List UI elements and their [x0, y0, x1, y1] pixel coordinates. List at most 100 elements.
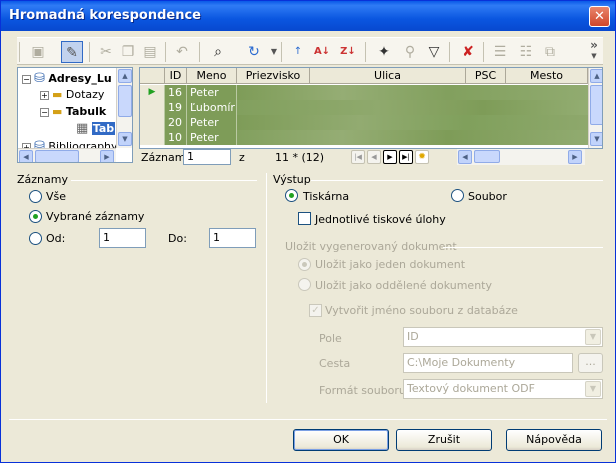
radio-single-document[interactable] — [298, 258, 311, 271]
filename-from-db-checkbox[interactable]: ✓ — [309, 304, 322, 317]
path-label: Cesta — [319, 357, 351, 370]
grid-cell[interactable]: 19 — [165, 100, 187, 115]
sort-ascending-icon[interactable]: ↑ — [287, 41, 309, 63]
find-icon[interactable]: ⌕ — [207, 41, 229, 63]
toolbar-separator — [449, 42, 450, 62]
filename-from-db-label[interactable]: Vytvořit jméno souboru z databáze — [325, 304, 518, 317]
ok-button[interactable]: OK — [293, 429, 389, 451]
radio-selected-records[interactable] — [29, 210, 42, 223]
data-to-text-icon[interactable]: ☰ — [489, 41, 511, 63]
radio-printer[interactable] — [285, 189, 298, 202]
scroll-thumb[interactable] — [118, 85, 132, 117]
all-records-label[interactable]: Vše — [46, 190, 66, 203]
scroll-right-icon[interactable]: ▶ — [100, 150, 114, 162]
grid-cell[interactable]: 16 — [165, 85, 187, 100]
undo-icon[interactable]: ↶ — [171, 41, 193, 63]
file-label[interactable]: Soubor — [468, 190, 507, 203]
from-field[interactable]: 1 — [99, 228, 146, 248]
grid-cell[interactable]: Peter — [187, 115, 237, 130]
apply-filter-icon[interactable]: ▽ — [423, 41, 445, 63]
grid-cell[interactable]: Ľubomír — [187, 100, 237, 115]
tree-horizontal-scrollbar[interactable]: ◀ ▶ — [18, 148, 116, 162]
cancel-button[interactable]: Zrušit — [396, 429, 492, 451]
refresh-icon[interactable]: ↻ — [243, 41, 265, 63]
single-document-label[interactable]: Uložit jako jeden dokument — [315, 258, 465, 271]
save-icon[interactable]: ▣ — [27, 41, 49, 63]
chevron-down-icon[interactable]: ▼ — [585, 329, 601, 345]
sort-az-icon[interactable]: A↓ — [311, 41, 333, 63]
scroll-thumb[interactable] — [35, 150, 79, 162]
data-to-fields-icon[interactable]: ☷ — [515, 41, 537, 63]
grid-vertical-scrollbar[interactable]: ▲ ▼ — [588, 68, 602, 148]
column-header[interactable]: Mesto — [506, 68, 588, 84]
help-button[interactable]: Nápověda — [506, 429, 602, 451]
selected-records-label[interactable]: Vybrané záznamy — [46, 210, 144, 223]
scroll-right-icon[interactable]: ▶ — [568, 150, 582, 164]
first-record-icon[interactable]: |◀ — [351, 150, 365, 164]
tree-vertical-scrollbar[interactable]: ▲ ▼ — [116, 68, 132, 148]
tree-item-table[interactable]: ▦ Tab — [76, 121, 116, 136]
edit-icon[interactable]: ✎ — [61, 41, 83, 63]
individual-print-jobs-label[interactable]: Jednotlivé tiskové úlohy — [315, 213, 446, 226]
mail-merge-icon[interactable]: ⧉ — [539, 41, 561, 63]
grid-cell[interactable]: Peter — [187, 130, 237, 145]
table-row[interactable]: 19 Ľubomír — [140, 100, 602, 115]
chevron-down-icon[interactable]: ▼ — [585, 381, 601, 397]
copy-icon[interactable]: ❐ — [117, 41, 139, 63]
table-row[interactable]: 20 Peter — [140, 115, 602, 130]
radio-file[interactable] — [451, 189, 464, 202]
new-record-icon[interactable]: ✹ — [415, 150, 429, 164]
printer-label[interactable]: Tiskárna — [303, 190, 349, 203]
table-row[interactable]: 10 Peter — [140, 130, 602, 145]
toolbar-overflow-dropdown-icon[interactable]: ▼ — [583, 50, 605, 62]
column-header[interactable]: Ulica — [310, 68, 466, 84]
column-header[interactable]: Priezvisko — [237, 68, 310, 84]
file-format-label: Formát souboru — [319, 384, 406, 397]
autofilter-icon[interactable]: ✦ — [373, 41, 395, 63]
radio-all-records[interactable] — [29, 190, 42, 203]
radio-range[interactable] — [29, 232, 42, 245]
sort-za-icon[interactable]: Z↓ — [337, 41, 359, 63]
table-row[interactable]: ▶ 16 Peter — [140, 85, 602, 100]
scroll-down-icon[interactable]: ▼ — [590, 132, 602, 146]
separate-documents-label[interactable]: Uložit jako oddělené dokumenty — [315, 279, 492, 292]
next-record-icon[interactable]: ▶ — [383, 150, 397, 164]
tree-item-tables[interactable]: − ▬ Tabulk — [40, 105, 106, 118]
grid-cell[interactable]: 20 — [165, 115, 187, 130]
grid-horizontal-scrollbar[interactable]: ◀ ▶ — [457, 149, 585, 165]
individual-print-jobs-checkbox[interactable] — [298, 212, 311, 225]
grid-cell[interactable]: 10 — [165, 130, 187, 145]
browse-button[interactable]: ... — [578, 353, 603, 373]
previous-record-icon[interactable]: ◀ — [367, 150, 381, 164]
field-select[interactable]: ID ▼ — [403, 327, 603, 347]
scroll-up-icon[interactable]: ▲ — [118, 69, 132, 83]
record-number-field[interactable]: 1 — [183, 149, 231, 165]
grid-cell[interactable]: Peter — [187, 85, 237, 100]
remove-filter-icon[interactable]: ✘ — [457, 41, 479, 63]
scroll-left-icon[interactable]: ◀ — [19, 150, 33, 162]
column-header[interactable]: PSC — [466, 68, 506, 84]
column-header[interactable]: Meno — [187, 68, 237, 84]
collapse-icon[interactable]: − — [22, 74, 31, 84]
scroll-up-icon[interactable]: ▲ — [590, 69, 602, 83]
close-button[interactable]: ✕ — [589, 6, 610, 27]
scroll-left-icon[interactable]: ◀ — [458, 150, 472, 164]
last-record-icon[interactable]: ▶| — [399, 150, 413, 164]
standard-filter-icon[interactable]: ⚲ — [399, 41, 421, 63]
column-header[interactable]: ID — [165, 68, 187, 84]
scroll-thumb[interactable] — [474, 150, 500, 163]
paste-icon[interactable]: ▤ — [139, 41, 161, 63]
row-header-corner — [140, 68, 165, 84]
tree-item-queries[interactable]: + ▬ Dotazy — [40, 88, 104, 101]
file-format-select[interactable]: Textový dokument ODF ▼ — [403, 379, 603, 399]
collapse-icon[interactable]: − — [40, 107, 49, 117]
cut-icon[interactable]: ✂ — [95, 41, 117, 63]
expand-icon[interactable]: + — [40, 90, 49, 100]
scroll-thumb[interactable] — [590, 85, 602, 125]
from-label[interactable]: Od: — [46, 232, 65, 245]
scroll-down-icon[interactable]: ▼ — [118, 132, 132, 146]
radio-separate-documents[interactable] — [298, 278, 311, 291]
tree-item-database[interactable]: − ⛁ Adresy_Lu — [22, 71, 112, 86]
to-field[interactable]: 1 — [209, 228, 256, 248]
path-field[interactable]: C:\Moje Dokumenty — [403, 353, 573, 373]
